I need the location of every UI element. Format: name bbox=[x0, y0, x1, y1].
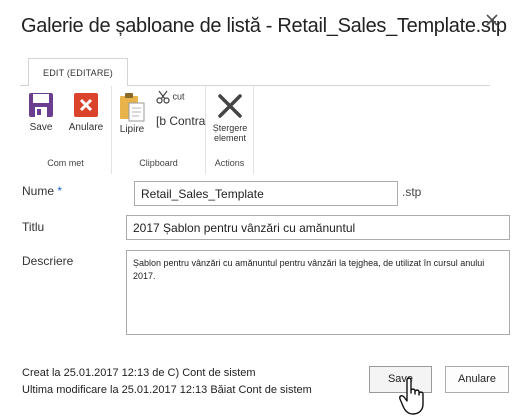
name-label: Nume * bbox=[22, 184, 62, 198]
ribbon-group-actions: Ștergere element Actions bbox=[206, 86, 254, 174]
ribbon-cut-button[interactable]: cut bbox=[156, 90, 185, 104]
required-marker: * bbox=[57, 184, 63, 198]
save-button[interactable]: Save bbox=[369, 366, 432, 393]
ribbon-group-clipboard: Lipire cut [b Contra Clipboard bbox=[112, 86, 206, 174]
cancel-button[interactable]: Anulare bbox=[445, 366, 509, 393]
name-label-text: Nume bbox=[22, 184, 55, 198]
description-label: Descriere bbox=[22, 254, 74, 268]
ribbon-group-commit: Save Anulare Com met bbox=[20, 86, 112, 174]
paste-icon bbox=[120, 93, 145, 122]
delete-icon bbox=[218, 94, 242, 118]
ribbon-group-commit-label: Com met bbox=[47, 158, 84, 168]
ribbon-delete-button[interactable]: Ștergere element bbox=[208, 92, 252, 143]
cancel-icon bbox=[74, 93, 98, 117]
ribbon-cancel-button[interactable]: Anulare bbox=[64, 92, 108, 133]
dialog-title: Galerie de șabloane de listă - Retail_Sa… bbox=[21, 15, 507, 37]
modified-info: Ultima modificare la 25.01.2017 12:13 Bă… bbox=[22, 384, 312, 396]
ribbon-cut-label: cut bbox=[172, 91, 185, 102]
ribbon-save-label: Save bbox=[29, 122, 53, 133]
scissors-icon bbox=[156, 90, 170, 104]
save-icon bbox=[29, 93, 53, 117]
title-input[interactable] bbox=[126, 215, 510, 240]
name-input[interactable] bbox=[134, 181, 398, 206]
name-suffix: .stp bbox=[402, 185, 422, 199]
ribbon-save-button[interactable]: Save bbox=[24, 92, 58, 133]
close-button[interactable] bbox=[482, 10, 502, 30]
ribbon-copy-label: [b Contra bbox=[156, 114, 206, 128]
close-icon bbox=[486, 14, 498, 26]
description-textarea[interactable]: Șablon pentru vânzări cu amănuntul pentr… bbox=[126, 250, 510, 335]
ribbon-delete-label-2: element bbox=[213, 133, 247, 143]
ribbon-paste-button[interactable]: Lipire bbox=[114, 92, 150, 135]
ribbon-body: Save Anulare Com met Lipire cut [b Contr… bbox=[20, 85, 490, 176]
ribbon-group-clipboard-label: Clipboard bbox=[139, 158, 178, 168]
ribbon: EDIT (EDITARE) Save Anulare Com met Lipi… bbox=[20, 56, 490, 176]
ribbon-copy-button[interactable]: [b Contra bbox=[156, 114, 205, 128]
ribbon-cancel-label: Anulare bbox=[68, 122, 104, 133]
created-info: Creat la 25.01.2017 12:13 de C) Cont de … bbox=[22, 367, 256, 379]
ribbon-delete-label-1: Ștergere bbox=[212, 123, 248, 133]
title-label: Titlu bbox=[22, 220, 45, 234]
ribbon-group-actions-label: Actions bbox=[214, 158, 245, 168]
ribbon-paste-label: Lipire bbox=[119, 124, 145, 135]
tab-edit[interactable]: EDIT (EDITARE) bbox=[28, 58, 128, 86]
